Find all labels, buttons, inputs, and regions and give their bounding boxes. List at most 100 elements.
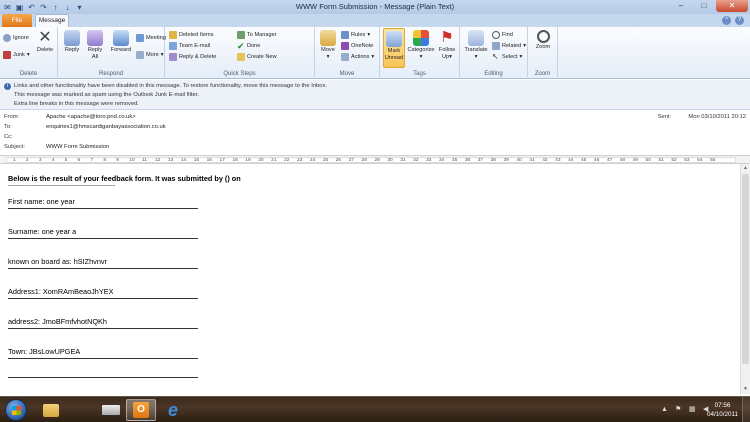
system-tray: ▲ ⚑ ▦ ◀ <box>661 405 712 414</box>
categorize-icon <box>413 30 429 46</box>
close-button[interactable]: ✕ <box>716 0 748 12</box>
meeting-button[interactable]: Meeting <box>136 34 166 42</box>
meeting-icon <box>136 34 144 42</box>
ie-taskbar-button[interactable]: e <box>158 399 188 421</box>
related-button[interactable]: Related ▾ <box>492 42 526 50</box>
more-respond-button[interactable]: More ▾ <box>136 51 164 59</box>
delete-group: Ignore Junk ▾ ✕ Delete Delete <box>0 27 58 79</box>
move-button[interactable]: Move ▾ <box>318 30 338 60</box>
outlook-icon: O <box>133 402 149 418</box>
zoom-group-label: Zoom <box>534 71 551 77</box>
sent-value: Mon 03/10/2011 20:12 <box>688 114 746 120</box>
cc-label: Cc: <box>4 134 13 140</box>
select-button[interactable]: ↖ Select ▾ <box>492 53 522 61</box>
scanner-taskbar-button[interactable] <box>96 399 126 421</box>
find-icon <box>492 31 500 39</box>
follow-up-button[interactable]: ⚑ Follow Up▾ <box>437 30 457 60</box>
translate-icon <box>468 30 484 46</box>
actions-button[interactable]: Actions ▾ <box>341 53 374 61</box>
subject-label: Subject: <box>4 144 25 150</box>
mark-unread-button[interactable]: Mark Unread <box>383 28 405 68</box>
tags-group: Mark Unread Categorize ▾ ⚑ Follow Up▾ Tag… <box>380 27 460 79</box>
quick-steps-group: Deleted Items Team E-mail Reply & Delete… <box>165 27 315 79</box>
move-folder-icon <box>320 30 336 46</box>
ruler: 1 2 3 4 5 6 7 8 9 10 11 12 13 14 15 16 17 18 19 20 21 22 23 24 2… <box>0 155 750 164</box>
forward-icon <box>113 30 129 46</box>
reply-button[interactable]: Reply <box>62 30 82 54</box>
ribbon-tabs: File Message ^ ? <box>0 14 750 27</box>
quick-steps-group-label: Quick Steps <box>223 71 256 77</box>
scanner-icon <box>102 405 120 415</box>
flag-tray-icon[interactable]: ⚑ <box>675 405 684 414</box>
categorize-button[interactable]: Categorize ▾ <box>407 30 435 60</box>
magnifier-icon <box>536 30 550 43</box>
ignore-button[interactable]: Ignore <box>3 34 29 42</box>
internet-explorer-icon: e <box>167 400 178 420</box>
quick-step-create-new[interactable]: Create New <box>237 53 277 61</box>
rules-button[interactable]: Rules ▾ <box>341 31 370 39</box>
team-email-icon <box>169 42 177 50</box>
rules-icon <box>341 31 349 39</box>
tray-arrow-icon[interactable]: ▲ <box>661 405 670 414</box>
start-button[interactable] <box>5 399 27 421</box>
message-body[interactable]: Below is the result of your feedback for… <box>0 164 740 394</box>
info-line-spam: This message was marked as spam using th… <box>14 92 199 98</box>
field-separator <box>8 268 198 269</box>
body-intro: Below is the result of your feedback for… <box>8 174 241 183</box>
clock-date: 04/10/2011 <box>706 411 738 418</box>
maximize-button[interactable]: □ <box>693 0 715 12</box>
body-field-line: Address1: XomRAmBeaoJhYEX <box>8 287 114 296</box>
info-bar[interactable]: i Links and other functionality have bee… <box>0 80 750 110</box>
actions-icon <box>341 53 349 61</box>
quick-step-reply-delete[interactable]: Reply & Delete <box>169 53 216 61</box>
junk-button[interactable]: Junk ▾ <box>3 51 30 59</box>
delete-x-icon: ✕ <box>38 29 52 46</box>
body-field-line: known on board as: hSIZhvnvr <box>8 257 107 266</box>
from-value[interactable]: Apache <apache@toro.pnd.co.uk> <box>46 114 136 120</box>
scroll-down-arrow[interactable]: ▼ <box>741 385 750 394</box>
reply-icon <box>64 30 80 46</box>
junk-icon <box>3 51 11 59</box>
quick-step-team-email[interactable]: Team E-mail <box>169 42 210 50</box>
title-bar: ✉ ▣ ↶ ↷ ↑ ↓ ▾ WWW Form Submission - Mess… <box>0 0 750 14</box>
network-icon[interactable]: ▦ <box>689 405 698 414</box>
outlook-taskbar-button[interactable]: O <box>126 399 156 421</box>
tab-message[interactable]: Message <box>35 14 69 27</box>
scroll-thumb[interactable] <box>742 174 749 364</box>
onenote-button[interactable]: OneNote <box>341 42 373 50</box>
flag-icon: ⚑ <box>440 29 454 46</box>
field-separator <box>8 208 198 209</box>
reply-all-button[interactable]: Reply All <box>84 30 106 60</box>
quick-step-to-manager[interactable]: To Manager <box>237 31 277 39</box>
move-group: Move ▾ Rules ▾ OneNote Actions ▾ Move <box>315 27 380 79</box>
field-separator <box>8 298 198 299</box>
delete-group-label: Delete <box>19 71 38 77</box>
minimize-ribbon-icon[interactable]: ^ <box>722 16 731 25</box>
taskbar: O e ▲ ⚑ ▦ ◀ 07:56 04/10/2011 <box>0 396 750 422</box>
vertical-scrollbar[interactable]: ▲ ▼ <box>740 164 750 394</box>
translate-button[interactable]: Translate ▾ <box>463 30 489 60</box>
subject-value: WWW Form Submission <box>46 144 110 150</box>
checkmark-icon: ✔ <box>237 41 245 51</box>
respond-group-label: Respond <box>98 71 124 77</box>
scroll-up-arrow[interactable]: ▲ <box>741 164 750 173</box>
clock[interactable]: 07:56 04/10/2011 <box>707 401 738 419</box>
body-field-line: address2: JmoBFmfvhotNQKh <box>8 317 107 326</box>
forward-button[interactable]: Forward <box>108 30 134 54</box>
window-title: WWW Form Submission - Message (Plain Tex… <box>295 2 455 11</box>
find-button[interactable]: Find <box>492 31 513 39</box>
sent-row: Sent: Mon 03/10/2011 20:12 <box>658 114 746 120</box>
delete-button[interactable]: ✕ Delete <box>34 30 56 54</box>
show-desktop-button[interactable] <box>742 397 750 422</box>
tab-file[interactable]: File <box>2 14 32 27</box>
to-value[interactable]: enquiries1@hmscardiganbayassociation.co.… <box>46 124 166 130</box>
help-icon[interactable]: ? <box>735 16 744 25</box>
info-line-line-breaks: Extra line breaks in this message were r… <box>14 101 140 107</box>
quick-step-deleted-items[interactable]: Deleted Items <box>169 31 214 39</box>
to-manager-icon <box>237 31 245 39</box>
minimize-button[interactable]: – <box>670 0 692 12</box>
explorer-taskbar-button[interactable] <box>36 399 66 421</box>
quick-step-done[interactable]: ✔ Done <box>237 41 260 51</box>
zoom-button[interactable]: Zoom <box>532 30 554 51</box>
body-field-line: Town: JBsLowUPGEA <box>8 347 81 356</box>
